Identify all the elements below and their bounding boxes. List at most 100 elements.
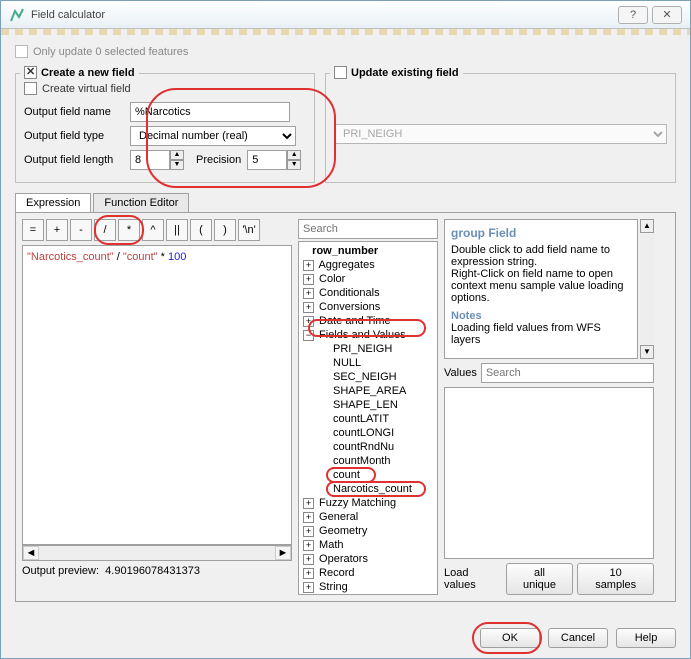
operator-button[interactable]: || xyxy=(166,219,188,241)
tree-field[interactable]: countMonth xyxy=(301,454,435,468)
up-icon[interactable]: ▲ xyxy=(640,219,654,233)
checkbox-icon xyxy=(24,82,37,95)
down-icon[interactable]: ▼ xyxy=(287,160,301,170)
app-icon xyxy=(9,7,25,23)
help-text: Double click to add field name to expres… xyxy=(451,244,631,268)
preview-label: Output preview: xyxy=(22,565,99,577)
close-window-button[interactable]: ✕ xyxy=(652,6,682,24)
tree-node[interactable]: + Geometry xyxy=(301,524,435,538)
help-scroll[interactable]: ▲▼ xyxy=(640,219,654,359)
down-icon[interactable]: ▼ xyxy=(640,345,654,359)
operator-button[interactable]: / xyxy=(94,219,116,241)
up-icon[interactable]: ▲ xyxy=(287,150,301,160)
operator-button[interactable]: ) xyxy=(214,219,236,241)
tree-node[interactable]: + Color xyxy=(301,272,435,286)
update-field-checkbox[interactable] xyxy=(334,66,347,79)
create-field-legend: Create a new field xyxy=(41,67,135,79)
tree-field[interactable]: countLATIT xyxy=(301,412,435,426)
operator-button[interactable]: - xyxy=(70,219,92,241)
output-type-select[interactable]: Decimal number (real) xyxy=(130,126,296,146)
only-update-label: Only update 0 selected features xyxy=(33,46,188,58)
window-title: Field calculator xyxy=(31,9,614,21)
update-field-group: Update existing field PRI_NEIGH xyxy=(325,73,676,183)
create-field-checkbox[interactable] xyxy=(24,66,37,79)
right-arrow-icon[interactable]: ► xyxy=(275,546,291,560)
update-field-select[interactable]: PRI_NEIGH xyxy=(334,124,667,144)
output-length-spinner[interactable]: ▲▼ xyxy=(130,150,184,170)
virtual-field-checkbox[interactable]: Create virtual field xyxy=(24,82,131,95)
output-preview: Output preview: 4.90196078431373 xyxy=(22,565,292,577)
tree-field[interactable]: countLONGI xyxy=(301,426,435,440)
tree-node[interactable]: + String xyxy=(301,580,435,594)
tree-field[interactable]: PRI_NEIGH xyxy=(301,342,435,356)
expr-token: "count" xyxy=(123,251,158,263)
expression-editor[interactable]: "Narcotics_count" / "count" * 100 xyxy=(22,245,292,545)
tree-node[interactable]: + General xyxy=(301,510,435,524)
tree-field[interactable]: SEC_NEIGH xyxy=(301,370,435,384)
operator-toolbar: =+-/*^||()'\n' xyxy=(22,219,292,241)
help-text: Loading field values from WFS layers xyxy=(451,322,631,346)
tree-node[interactable]: + Conversions xyxy=(301,300,435,314)
precision-input[interactable] xyxy=(247,150,287,170)
precision-label: Precision xyxy=(196,154,241,166)
tree-field[interactable]: Narcotics_count xyxy=(301,482,435,496)
values-label: Values xyxy=(444,367,477,379)
tree-field[interactable]: NULL xyxy=(301,356,435,370)
function-tree[interactable]: row_number+ Aggregates+ Color+ Condition… xyxy=(298,241,438,595)
help-window-button[interactable]: ? xyxy=(618,6,648,24)
help-panel: group Field Double click to add field na… xyxy=(444,219,638,359)
all-unique-button[interactable]: all unique xyxy=(506,563,574,595)
tree-node[interactable]: + Record xyxy=(301,566,435,580)
operator-button[interactable]: = xyxy=(22,219,44,241)
tree-node[interactable]: row_number xyxy=(301,244,435,258)
help-subtitle: Notes xyxy=(451,310,631,322)
help-title: group Field xyxy=(451,226,631,240)
tree-node[interactable]: − Fields and Values xyxy=(301,328,435,342)
tab-expression[interactable]: Expression xyxy=(15,193,91,212)
expr-token: "Narcotics_count" xyxy=(27,251,114,263)
help-button[interactable]: Help xyxy=(616,628,676,648)
output-name-label: Output field name xyxy=(24,106,124,118)
preview-value: 4.90196078431373 xyxy=(105,565,200,577)
expr-token: / xyxy=(114,251,123,263)
length-input[interactable] xyxy=(130,150,170,170)
output-name-input[interactable] xyxy=(130,102,290,122)
operator-button[interactable]: ( xyxy=(190,219,212,241)
expr-token: 100 xyxy=(168,251,186,263)
tree-node[interactable]: + Aggregates xyxy=(301,258,435,272)
tree-field[interactable]: SHAPE_AREA xyxy=(301,384,435,398)
titlebar: Field calculator ? ✕ xyxy=(1,1,690,29)
load-values-label: Load values xyxy=(444,567,502,591)
virtual-field-label: Create virtual field xyxy=(42,83,131,95)
operator-button[interactable]: ^ xyxy=(142,219,164,241)
tree-field[interactable]: count xyxy=(301,468,435,482)
output-type-label: Output field type xyxy=(24,130,124,142)
left-arrow-icon[interactable]: ◄ xyxy=(23,546,39,560)
only-update-checkbox: Only update 0 selected features xyxy=(15,45,188,58)
ok-button[interactable]: OK xyxy=(480,628,540,648)
create-field-group: Create a new field Create virtual field … xyxy=(15,73,315,183)
tab-function-editor[interactable]: Function Editor xyxy=(93,193,189,212)
tree-node[interactable]: + Conditionals xyxy=(301,286,435,300)
cancel-button[interactable]: Cancel xyxy=(548,628,608,648)
tree-node[interactable]: + Math xyxy=(301,538,435,552)
tree-node[interactable]: + Fuzzy Matching xyxy=(301,496,435,510)
values-search-input[interactable] xyxy=(481,363,654,383)
tree-node[interactable]: + Date and Time xyxy=(301,314,435,328)
precision-spinner[interactable]: ▲▼ xyxy=(247,150,301,170)
operator-button[interactable]: * xyxy=(118,219,140,241)
operator-button[interactable]: + xyxy=(46,219,68,241)
down-icon[interactable]: ▼ xyxy=(170,160,184,170)
function-search-input[interactable] xyxy=(298,219,438,239)
update-field-legend: Update existing field xyxy=(351,67,459,79)
editor-scrollbar[interactable]: ◄ ► xyxy=(22,545,292,561)
operator-button[interactable]: '\n' xyxy=(238,219,260,241)
help-text: Right-Click on field name to open contex… xyxy=(451,268,631,304)
expr-token: * xyxy=(158,251,168,263)
tree-node[interactable]: + Operators xyxy=(301,552,435,566)
up-icon[interactable]: ▲ xyxy=(170,150,184,160)
values-list[interactable] xyxy=(444,387,654,559)
ten-samples-button[interactable]: 10 samples xyxy=(577,563,654,595)
tree-field[interactable]: countRndNu xyxy=(301,440,435,454)
tree-field[interactable]: SHAPE_LEN xyxy=(301,398,435,412)
